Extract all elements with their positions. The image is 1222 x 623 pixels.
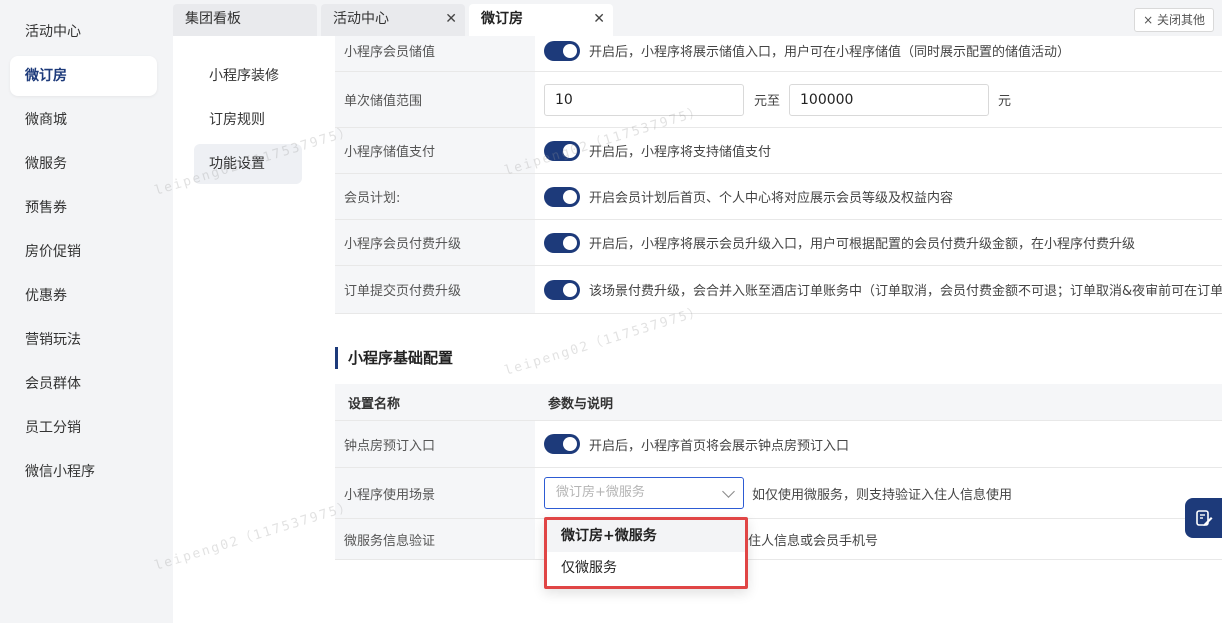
- select-value: 微订房+微服务: [556, 485, 645, 500]
- nav-item-wechat-miniprogram[interactable]: 微信小程序: [10, 452, 157, 492]
- range-separator: 元至: [754, 94, 781, 109]
- table-row: 单次储值范围 10 元至 100000 元: [335, 72, 1222, 128]
- nav-item-micro-booking[interactable]: 微订房: [10, 56, 157, 96]
- table-header-row: 设置名称 参数与说明: [335, 384, 1222, 421]
- setting-name: 订单提交页付费升级: [335, 266, 535, 313]
- nav-item-micro-service[interactable]: 微服务: [10, 144, 157, 184]
- max-amount-input[interactable]: 100000: [789, 83, 990, 116]
- tabs-bar: 集团看板 活动中心 ✕ 微订房 ✕ × 关闭其他: [173, 0, 1222, 36]
- close-others-button[interactable]: × 关闭其他: [1134, 8, 1214, 32]
- setting-value: 开启后，小程序将展示会员升级入口，用户可根据配置的会员付费升级金额，在小程序付费…: [535, 220, 1222, 265]
- setting-name: 会员计划:: [335, 174, 535, 219]
- basic-config-table: 设置名称 参数与说明 钟点房预订入口 开启后，小程序首页将会展示钟点房预订入口 …: [335, 384, 1222, 560]
- setting-name: 小程序会员储值: [335, 36, 535, 71]
- setting-name: 小程序使用场景: [335, 468, 535, 518]
- nav-item-price-promo[interactable]: 房价促销: [10, 232, 157, 272]
- nav-item-activity-center[interactable]: 活动中心: [10, 12, 157, 52]
- toggle-switch[interactable]: [544, 232, 580, 253]
- nav-item-marketing[interactable]: 营销玩法: [10, 320, 157, 360]
- nav-item-member-group[interactable]: 会员群体: [10, 364, 157, 404]
- setting-name: 微服务信息验证: [335, 519, 535, 559]
- edit-note-icon: [1195, 510, 1212, 526]
- table-row: 订单提交页付费升级 该场景付费升级，会合并入账至酒店订单账务中（订单取消，会员付…: [335, 266, 1222, 314]
- min-amount-input[interactable]: 10: [544, 83, 744, 116]
- setting-value: 开启后，小程序首页将会展示钟点房预订入口: [535, 421, 1222, 467]
- sub-menu-miniprogram-decoration[interactable]: 小程序装修: [194, 56, 302, 96]
- dropdown-option-service-only[interactable]: 仅微服务: [547, 552, 745, 584]
- usage-scene-select[interactable]: 微订房+微服务: [544, 477, 744, 509]
- tab-label: 微订房: [481, 11, 523, 27]
- nav-item-presale-voucher[interactable]: 预售券: [10, 188, 157, 228]
- setting-value: 微订房+微服务 如仅使用微服务，则支持验证入住人信息使用: [535, 468, 1222, 518]
- sub-menu-booking-rules[interactable]: 订房规则: [194, 100, 302, 140]
- chevron-down-icon: [722, 485, 735, 498]
- table-row: 小程序会员付费升级 开启后，小程序将展示会员升级入口，用户可根据配置的会员付费升…: [335, 220, 1222, 266]
- setting-desc: 开启后，小程序将展示储值入口，用户可在小程序储值（同时展示配置的储值活动）: [589, 45, 1071, 60]
- setting-desc: 开启后，小程序将展示会员升级入口，用户可根据配置的会员付费升级金额，在小程序付费…: [589, 237, 1136, 252]
- setting-desc: 开启会员计划后首页、个人中心将对应展示会员等级及权益内容: [589, 191, 954, 206]
- member-settings-table: 小程序会员储值 开启后，小程序将展示储值入口，用户可在小程序储值（同时展示配置的…: [335, 36, 1222, 316]
- tab-label: 活动中心: [333, 11, 389, 27]
- table-row: 微服务信息验证 住人信息或会员手机号: [335, 519, 1222, 560]
- setting-value: 该场景付费升级，会合并入账至酒店订单账务中（订单取消，会员付费金额不可退；订单取…: [535, 266, 1222, 313]
- setting-name: 钟点房预订入口: [335, 421, 535, 467]
- table-row: 会员计划: 开启会员计划后首页、个人中心将对应展示会员等级及权益内容: [335, 174, 1222, 220]
- setting-name: 单次储值范围: [335, 72, 535, 127]
- setting-desc: 该场景付费升级，会合并入账至酒店订单账务中（订单取消，会员付费金额不可退；订单取…: [589, 284, 1222, 299]
- tab-label: 集团看板: [185, 11, 241, 27]
- column-header: 设置名称: [335, 384, 535, 420]
- dropdown-option-booking-and-service[interactable]: 微订房+微服务: [547, 520, 745, 552]
- toggle-switch[interactable]: [544, 186, 580, 207]
- nav-item-coupon[interactable]: 优惠券: [10, 276, 157, 316]
- table-row: 小程序使用场景 微订房+微服务 如仅使用微服务，则支持验证入住人信息使用: [335, 468, 1222, 519]
- table-row: 小程序储值支付 开启后，小程序将支持储值支付: [335, 128, 1222, 174]
- nav-item-staff-distribution[interactable]: 员工分销: [10, 408, 157, 448]
- setting-desc: 如仅使用微服务，则支持验证入住人信息使用: [752, 487, 1013, 503]
- close-icon[interactable]: ✕: [445, 4, 457, 34]
- usage-scene-dropdown: 微订房+微服务 仅微服务: [544, 517, 748, 589]
- feedback-button[interactable]: [1185, 498, 1222, 538]
- toggle-switch[interactable]: [544, 40, 580, 61]
- setting-desc: 开启后，小程序首页将会展示钟点房预订入口: [589, 438, 850, 454]
- column-header: 参数与说明: [535, 384, 1222, 420]
- table-row: 小程序会员储值 开启后，小程序将展示储值入口，用户可在小程序储值（同时展示配置的…: [335, 36, 1222, 72]
- toggle-switch[interactable]: [544, 434, 580, 454]
- left-nav: 活动中心 微订房 微商城 微服务 预售券 房价促销 优惠券 营销玩法 会员群体 …: [0, 0, 173, 623]
- setting-desc: 住人信息或会员手机号: [748, 533, 879, 549]
- close-icon[interactable]: ✕: [593, 4, 605, 34]
- setting-value: 开启后，小程序将展示储值入口，用户可在小程序储值（同时展示配置的储值活动）: [535, 36, 1222, 71]
- toggle-switch[interactable]: [544, 279, 580, 300]
- section-title: 小程序基础配置: [335, 347, 453, 369]
- table-row: 钟点房预订入口 开启后，小程序首页将会展示钟点房预订入口: [335, 421, 1222, 468]
- unit-label: 元: [998, 94, 1012, 109]
- tab-activity-center[interactable]: 活动中心 ✕: [321, 4, 465, 36]
- tab-group-dashboard[interactable]: 集团看板: [173, 4, 317, 36]
- setting-value: 开启会员计划后首页、个人中心将对应展示会员等级及权益内容: [535, 174, 1222, 219]
- setting-name: 小程序会员付费升级: [335, 220, 535, 265]
- main-content: 小程序装修 订房规则 功能设置 小程序会员储值 开启后，小程序将展示储值入口，用…: [173, 36, 1222, 623]
- tab-micro-booking[interactable]: 微订房 ✕: [469, 4, 613, 36]
- nav-item-micro-mall[interactable]: 微商城: [10, 100, 157, 140]
